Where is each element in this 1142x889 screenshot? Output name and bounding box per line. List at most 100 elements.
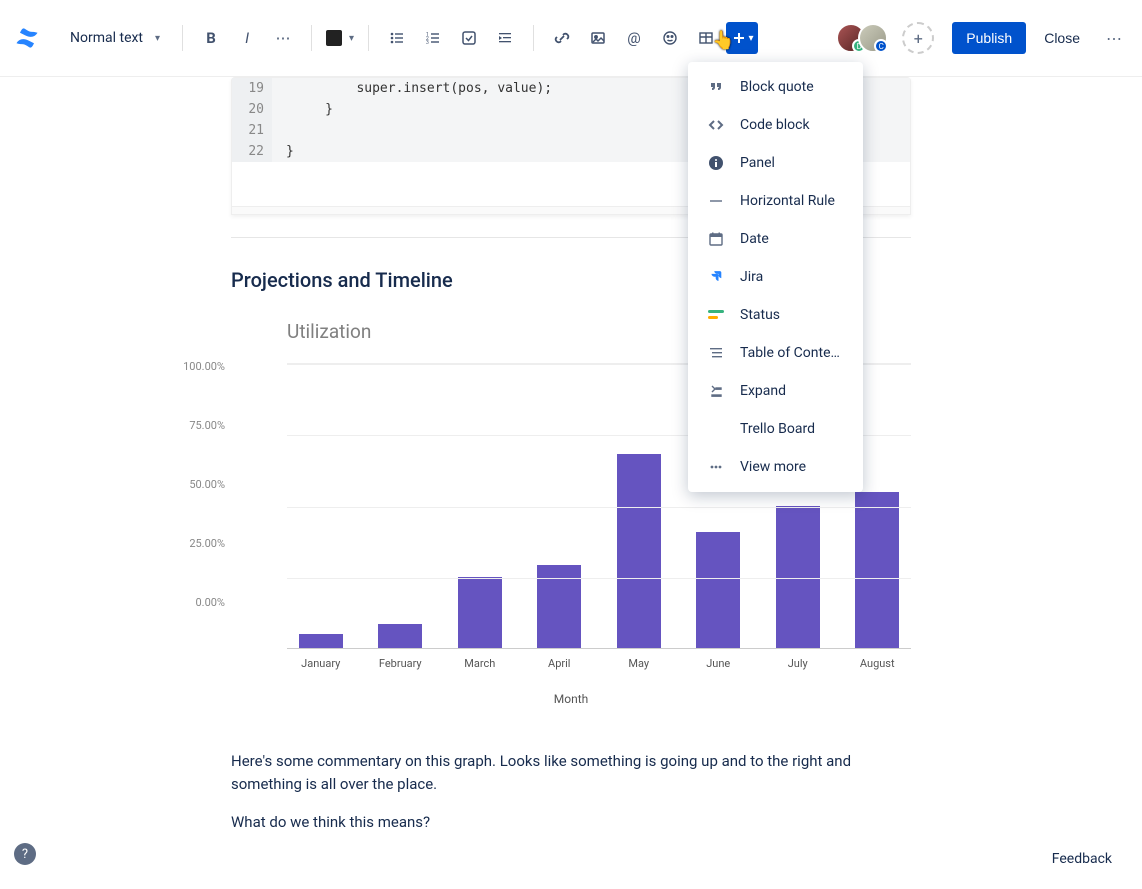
presence-badge: C	[874, 39, 888, 53]
x-tick-label: August	[850, 657, 906, 670]
confluence-logo	[12, 23, 42, 53]
more-formatting-button[interactable]: ⋯	[267, 22, 299, 54]
help-button[interactable]: ?	[14, 843, 36, 865]
bar-column	[293, 634, 349, 648]
separator	[182, 25, 183, 51]
menu-item-toc[interactable]: Table of Conte…	[688, 334, 863, 372]
menu-label: Panel	[740, 155, 775, 171]
avatar[interactable]: C	[858, 23, 888, 53]
chevron-down-icon: ▾	[155, 33, 160, 44]
y-tick: 50.00%	[175, 478, 225, 491]
menu-item-date[interactable]: Date	[688, 220, 863, 258]
menu-label: Date	[740, 231, 769, 247]
paragraph[interactable]: Here's some commentary on this graph. Lo…	[231, 750, 911, 797]
insert-button[interactable]: ▾	[726, 22, 758, 54]
menu-item-view-more[interactable]: View more	[688, 448, 863, 486]
x-tick-label: July	[770, 657, 826, 670]
italic-button[interactable]: I	[231, 22, 263, 54]
bar[interactable]	[458, 577, 502, 648]
separator	[368, 25, 369, 51]
x-tick-label: February	[373, 657, 429, 670]
menu-item-hr[interactable]: Horizontal Rule	[688, 182, 863, 220]
menu-label: Table of Conte…	[740, 345, 840, 361]
bar[interactable]	[617, 454, 661, 648]
color-swatch-icon	[326, 30, 342, 46]
collaborators: D C	[836, 23, 888, 53]
link-button[interactable]	[546, 22, 578, 54]
add-collaborator-button[interactable]: +	[902, 22, 934, 54]
insert-menu: Block quote Code block Panel Horizontal …	[688, 62, 863, 492]
menu-item-block-quote[interactable]: Block quote	[688, 68, 863, 106]
table-button[interactable]	[690, 22, 722, 54]
status-icon	[706, 305, 726, 325]
line-number: 19	[232, 78, 272, 99]
calendar-icon	[706, 229, 726, 249]
x-tick-label: June	[691, 657, 747, 670]
x-tick-label: May	[611, 657, 667, 670]
feedback-link[interactable]: Feedback	[1052, 851, 1112, 867]
svg-text:3: 3	[426, 40, 429, 46]
jira-icon	[706, 267, 726, 287]
info-icon	[706, 153, 726, 173]
close-button[interactable]: Close	[1030, 22, 1094, 54]
menu-item-status[interactable]: Status	[688, 296, 863, 334]
bar[interactable]	[299, 634, 343, 648]
x-tick-label: January	[293, 657, 349, 670]
paragraph[interactable]: What do we think this means?	[231, 811, 911, 834]
bar[interactable]	[855, 492, 899, 648]
y-tick: 75.00%	[175, 419, 225, 432]
menu-item-expand[interactable]: Expand	[688, 372, 863, 410]
text-color-button[interactable]: ▾	[324, 22, 356, 54]
trello-icon	[706, 419, 726, 439]
menu-item-code-block[interactable]: Code block	[688, 106, 863, 144]
editor-toolbar: Normal text ▾ B I ⋯ ▾ 123 @ ▾	[0, 0, 1142, 77]
chevron-down-icon: ▾	[749, 33, 754, 44]
bar-column	[373, 624, 429, 648]
menu-label: Status	[740, 307, 780, 323]
bar-column	[611, 454, 667, 648]
menu-label: Trello Board	[740, 421, 815, 437]
bullet-list-button[interactable]	[381, 22, 413, 54]
menu-label: Block quote	[740, 79, 814, 95]
publish-button[interactable]: Publish	[952, 22, 1026, 54]
menu-item-trello[interactable]: Trello Board	[688, 410, 863, 448]
line-number: 20	[232, 99, 272, 120]
text-style-label: Normal text	[70, 30, 143, 46]
separator	[311, 25, 312, 51]
more-actions-button[interactable]: ⋯	[1098, 22, 1130, 54]
y-tick: 100.00%	[175, 360, 225, 373]
hr-icon	[706, 191, 726, 211]
mention-button[interactable]: @	[618, 22, 650, 54]
menu-label: Horizontal Rule	[740, 193, 835, 209]
bar[interactable]	[378, 624, 422, 648]
bar-column	[452, 577, 508, 648]
emoji-button[interactable]	[654, 22, 686, 54]
x-tick-label: March	[452, 657, 508, 670]
text-style-dropdown[interactable]: Normal text ▾	[60, 24, 170, 52]
y-tick: 25.00%	[175, 537, 225, 550]
expand-icon	[706, 381, 726, 401]
toc-icon	[706, 343, 726, 363]
separator	[533, 25, 534, 51]
code-icon	[706, 115, 726, 135]
indent-button[interactable]	[489, 22, 521, 54]
image-button[interactable]	[582, 22, 614, 54]
y-tick: 0.00%	[175, 596, 225, 609]
bold-button[interactable]: B	[195, 22, 227, 54]
menu-item-jira[interactable]: Jira	[688, 258, 863, 296]
menu-label: View more	[740, 459, 806, 475]
quote-icon	[706, 77, 726, 97]
menu-item-panel[interactable]: Panel	[688, 144, 863, 182]
x-axis-title: Month	[231, 692, 911, 706]
checklist-button[interactable]	[453, 22, 485, 54]
bar-column	[850, 492, 906, 648]
more-icon	[706, 457, 726, 477]
line-number: 21	[232, 120, 272, 141]
numbered-list-button[interactable]: 123	[417, 22, 449, 54]
x-tick-label: April	[532, 657, 588, 670]
line-number: 22	[232, 141, 272, 162]
menu-label: Jira	[740, 269, 763, 285]
menu-label: Code block	[740, 117, 810, 133]
bar[interactable]	[696, 532, 740, 648]
menu-label: Expand	[740, 383, 786, 399]
